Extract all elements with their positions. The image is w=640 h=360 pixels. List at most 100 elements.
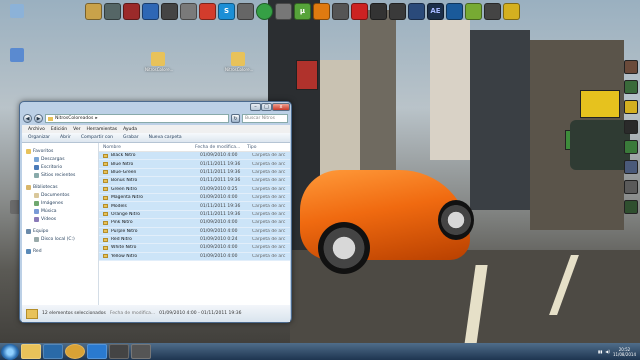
after-effects-icon[interactable]: AE xyxy=(427,2,444,20)
close-button[interactable]: x xyxy=(272,103,290,111)
desktop-icon-nitros-1[interactable]: NitrosColore... xyxy=(145,52,173,72)
row-type: Carpeta de arc xyxy=(252,153,286,159)
table-row[interactable]: Yellow Nitro 01/09/2010 4:00 Carpeta de ar… xyxy=(99,252,290,262)
network-icon[interactable]: ▮▮ xyxy=(598,349,602,354)
table-row[interactable]: Blue Nitro 01/11/2011 19:36 Carpeta de arc xyxy=(99,160,290,169)
desktop-icon[interactable] xyxy=(624,200,638,214)
app-icon[interactable] xyxy=(332,2,349,20)
table-row[interactable]: Models 01/11/2011 19:36 Carpeta de arc xyxy=(99,202,290,211)
table-row[interactable]: White Nitro 01/09/2010 4:00 Carpeta de arc xyxy=(99,244,290,253)
app-icon[interactable] xyxy=(237,2,254,20)
app-icon[interactable] xyxy=(161,2,178,20)
forward-button[interactable]: ▶ xyxy=(34,114,43,123)
nav-recent-places[interactable]: Sitios recientes xyxy=(22,171,98,179)
selection-count: 12 elementos seleccionados xyxy=(42,311,106,316)
desktop-icon[interactable] xyxy=(624,180,638,194)
search-input[interactable]: Buscar Nitros xyxy=(242,114,288,123)
taskbar-chrome[interactable] xyxy=(65,344,85,359)
taskbar-app[interactable] xyxy=(109,344,129,359)
nav-local-disk[interactable]: Disco local (C:) xyxy=(22,235,98,243)
window-titlebar[interactable]: – □ x xyxy=(20,102,291,113)
app-icon[interactable] xyxy=(484,2,501,20)
table-row[interactable]: Bonus Nitro 01/11/2011 19:36 Carpeta de ar… xyxy=(99,177,290,186)
app-icon[interactable] xyxy=(446,2,463,20)
folder-icon xyxy=(103,237,108,242)
skype-icon[interactable]: S xyxy=(218,2,235,20)
desktop-icon[interactable] xyxy=(624,160,638,174)
table-row[interactable]: Blue-Green 01/11/2011 19:36 Carpeta de arc xyxy=(99,168,290,178)
menu-ver[interactable]: Ver xyxy=(73,127,80,132)
address-bar[interactable]: NitrosColoreados ▸ xyxy=(45,114,229,123)
row-date: 01/11/2011 19:36 xyxy=(200,203,241,209)
back-button[interactable]: ◀ xyxy=(23,114,32,123)
app-icon[interactable] xyxy=(85,2,102,20)
desktop-icon[interactable] xyxy=(624,120,638,134)
nav-videos[interactable]: Vídeos xyxy=(22,215,98,223)
breadcrumb[interactable]: NitrosColoreados xyxy=(55,116,93,121)
menu-herramientas[interactable]: Herramientas xyxy=(86,127,117,132)
nav-documents[interactable]: Documentos xyxy=(22,191,98,199)
taskbar-explorer[interactable] xyxy=(21,344,41,359)
desktop-icon[interactable] xyxy=(624,80,638,94)
utorrent-icon[interactable]: µ xyxy=(294,2,311,20)
nav-network[interactable]: Red xyxy=(22,247,98,255)
column-name[interactable]: Nombre xyxy=(99,145,195,150)
maximize-button[interactable]: □ xyxy=(261,103,272,111)
app-icon[interactable] xyxy=(180,2,197,20)
table-row[interactable]: Green Nitro 01/09/2010 0:25 Carpeta de arc xyxy=(99,185,290,194)
app-icon[interactable] xyxy=(123,2,140,20)
desktop-icon[interactable] xyxy=(4,48,30,63)
column-date[interactable]: Fecha de modifica... xyxy=(195,145,247,150)
table-row[interactable]: Purple Nitro 01/09/2010 4:00 Carpeta de ar… xyxy=(99,227,290,236)
taskbar-media-player[interactable] xyxy=(43,344,63,359)
open-button[interactable]: Abrir xyxy=(60,135,71,140)
desktop-icon-nitros-2[interactable]: NitrosColore... xyxy=(225,52,253,72)
nav-pictures[interactable]: Imágenes xyxy=(22,199,98,207)
burn-button[interactable]: Grabar xyxy=(123,135,139,140)
app-icon[interactable] xyxy=(370,2,387,20)
table-row[interactable]: Magenta Nitro 01/09/2010 4:00 Carpeta de a… xyxy=(99,193,290,203)
app-icon[interactable] xyxy=(104,2,121,20)
minimize-button[interactable]: – xyxy=(250,103,261,111)
documents-icon xyxy=(34,192,39,198)
app-icon[interactable] xyxy=(389,2,406,20)
table-row[interactable]: Red Nitro 01/09/2010 0:24 Carpeta de arc xyxy=(99,235,290,245)
app-icon[interactable] xyxy=(142,2,159,20)
table-row[interactable]: Pink Nitro 01/09/2010 4:00 Carpeta de arc xyxy=(99,219,290,228)
desktop-icon[interactable] xyxy=(4,4,30,19)
clock[interactable]: 20:52 11/08/2014 xyxy=(613,347,636,357)
nav-downloads[interactable]: Descargas xyxy=(22,155,98,163)
volume-icon[interactable]: ◀) xyxy=(605,349,610,354)
app-icon[interactable] xyxy=(351,2,368,20)
taskbar-app[interactable] xyxy=(131,344,151,359)
new-folder-button[interactable]: Nueva carpeta xyxy=(149,135,182,140)
desktop-icon[interactable] xyxy=(624,100,638,114)
app-icon[interactable] xyxy=(313,2,330,20)
folder-icon xyxy=(103,162,108,167)
refresh-button[interactable]: ↻ xyxy=(231,114,240,123)
table-row[interactable]: Black Nitro 01/09/2010 4:00 Carpeta de arc xyxy=(99,152,290,161)
desktop-icon[interactable] xyxy=(624,140,638,154)
nav-desktop[interactable]: Escritorio xyxy=(22,163,98,171)
nav-libraries[interactable]: Bibliotecas xyxy=(22,183,98,191)
nav-music[interactable]: Música xyxy=(22,207,98,215)
app-icon[interactable] xyxy=(503,2,520,20)
table-row[interactable]: Orange Nitro 01/11/2011 19:36 Carpeta de a… xyxy=(99,210,290,220)
app-icon[interactable] xyxy=(408,2,425,20)
desktop-icon[interactable] xyxy=(624,60,638,74)
taskbar-app[interactable] xyxy=(87,344,107,359)
row-name: Green Nitro xyxy=(111,186,137,192)
menu-edicion[interactable]: Edición xyxy=(51,127,67,132)
app-icon[interactable] xyxy=(465,2,482,20)
start-button[interactable] xyxy=(1,343,19,360)
organize-button[interactable]: Organizar xyxy=(28,135,50,140)
nav-computer[interactable]: Equipo xyxy=(22,227,98,235)
menu-ayuda[interactable]: Ayuda xyxy=(123,127,137,132)
nav-favorites[interactable]: Favoritos xyxy=(22,147,98,155)
app-icon[interactable] xyxy=(256,2,273,20)
app-icon[interactable] xyxy=(199,2,216,20)
app-icon[interactable] xyxy=(275,2,292,20)
column-type[interactable]: Tipo xyxy=(247,145,285,150)
menu-archivo[interactable]: Archivo xyxy=(28,127,45,132)
share-with-button[interactable]: Compartir con xyxy=(81,135,113,140)
